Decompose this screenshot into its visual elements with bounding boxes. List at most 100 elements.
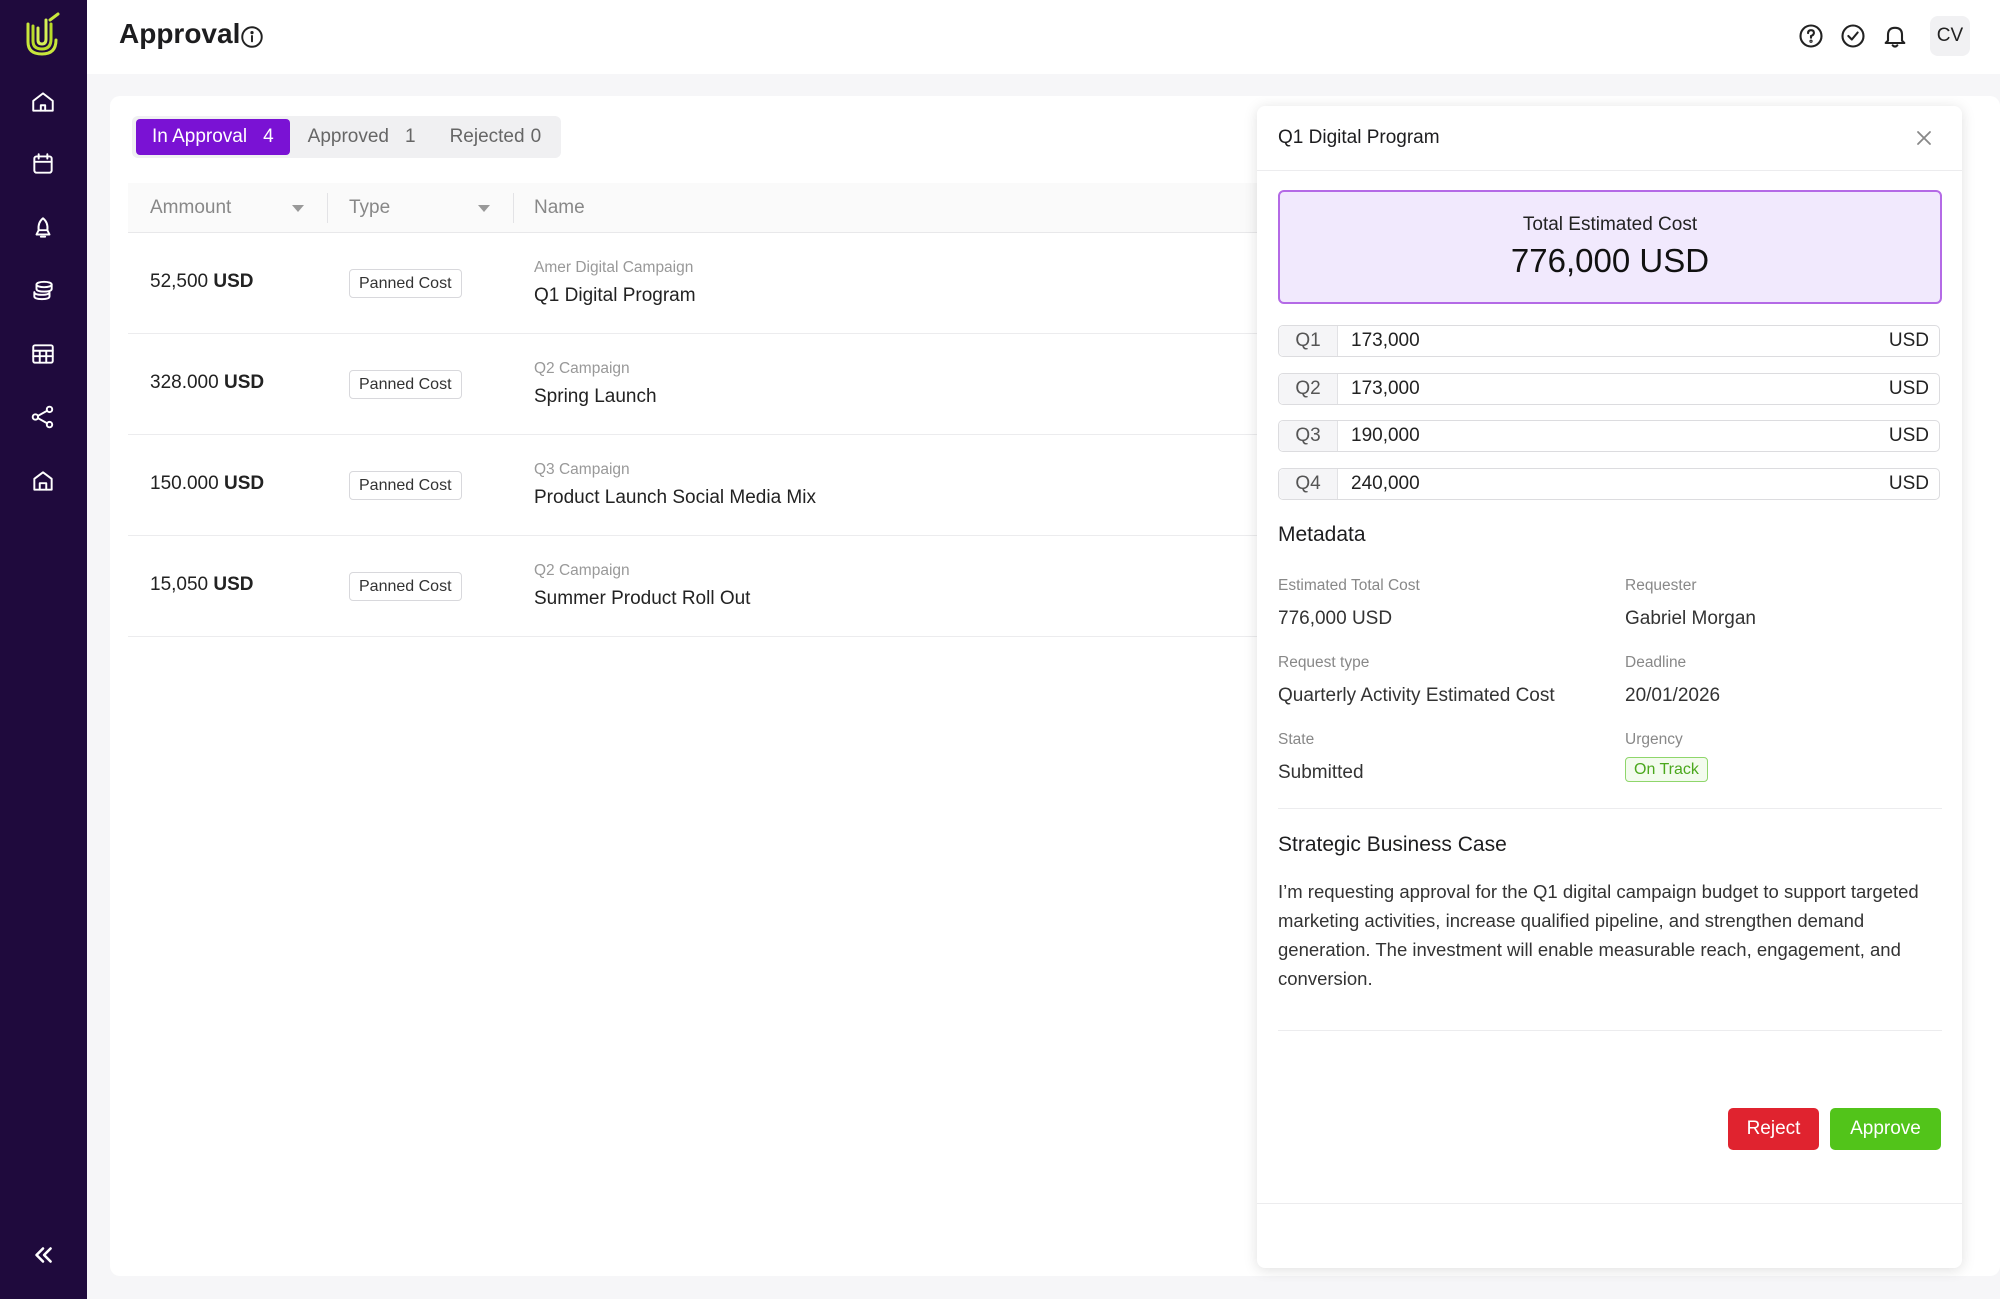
table-header: Ammount Type Name: [128, 183, 1268, 233]
column-header-amount[interactable]: Ammount: [150, 183, 231, 233]
amount-value: 15,050: [150, 574, 209, 595]
tab-label: In Approval: [152, 126, 248, 147]
quarter-value: 240,000: [1351, 473, 1420, 494]
quarter-unit: USD: [1888, 330, 1929, 351]
sort-caret-icon[interactable]: [292, 205, 304, 212]
quarter-value: 190,000: [1351, 425, 1420, 446]
amount-currency: USD: [213, 574, 254, 595]
tab-count: 0: [530, 126, 542, 147]
business-case-title: Strategic Business Case: [1278, 833, 1507, 856]
quarter-row-q1: Q1 173,000 USD: [1278, 325, 1940, 357]
quarter-label: Q3: [1279, 421, 1338, 451]
amount-value: 150.000: [150, 473, 219, 494]
tab-approved[interactable]: Approved 1: [292, 119, 432, 155]
metadata-title: Metadata: [1278, 523, 1366, 546]
quarter-unit: USD: [1888, 425, 1929, 446]
home-icon[interactable]: [27, 86, 59, 118]
column-divider: [513, 193, 514, 223]
program-name[interactable]: Q1 Digital Program: [534, 285, 696, 307]
quarter-value: 173,000: [1351, 378, 1420, 399]
avatar[interactable]: CV: [1930, 16, 1970, 56]
check-circle-icon[interactable]: [1839, 22, 1867, 50]
quarter-label: Q2: [1279, 374, 1338, 404]
column-header-name[interactable]: Name: [534, 183, 585, 233]
close-icon[interactable]: [1912, 126, 1936, 150]
amount-value: 52,500: [150, 271, 209, 292]
requester-label: Requester: [1625, 577, 1697, 594]
panel-title: Q1 Digital Program: [1278, 127, 1440, 148]
house-icon[interactable]: [27, 465, 59, 497]
quarter-unit: USD: [1888, 473, 1929, 494]
campaign-label: Amer Digital Campaign: [534, 259, 694, 276]
amount-cell: 328.000 USD: [150, 372, 264, 394]
brand-logo[interactable]: [22, 12, 64, 58]
divider: [1278, 808, 1942, 809]
program-name[interactable]: Spring Launch: [534, 386, 657, 408]
divider: [1257, 170, 1962, 171]
quarter-value: 173,000: [1351, 330, 1420, 351]
amount-value: 328.000: [150, 372, 219, 393]
state-label: State: [1278, 731, 1315, 748]
reject-button[interactable]: Reject: [1728, 1108, 1819, 1150]
type-badge: Panned Cost: [349, 370, 462, 399]
table-row[interactable]: 150.000 USD Panned Cost Q3 Campaign Prod…: [128, 435, 1268, 536]
amount-currency: USD: [213, 271, 254, 292]
table-row[interactable]: 328.000 USD Panned Cost Q2 Campaign Spri…: [128, 334, 1268, 435]
campaign-label: Q2 Campaign: [534, 562, 630, 579]
total-cost-label: Total Estimated Cost: [1522, 214, 1698, 235]
request-type-label: Request type: [1278, 654, 1370, 671]
table-row[interactable]: 52,500 USD Panned Cost Amer Digital Camp…: [128, 233, 1268, 334]
estimated-total-cost-value: 776,000 USD: [1278, 608, 1393, 629]
quarter-label: Q4: [1279, 469, 1338, 499]
campaign-label: Q2 Campaign: [534, 360, 630, 377]
divider: [1278, 1030, 1942, 1031]
table-row[interactable]: 15,050 USD Panned Cost Q2 Campaign Summe…: [128, 536, 1268, 637]
type-badge: Panned Cost: [349, 269, 462, 298]
footer-divider: [1257, 1203, 1962, 1204]
request-type-value: Quarterly Activity Estimated Cost: [1278, 685, 1555, 706]
amount-currency: USD: [223, 473, 265, 494]
business-case-text: I’m requesting approval for the Q1 digit…: [1278, 881, 1919, 989]
quarter-label: Q1: [1279, 326, 1338, 356]
help-circle-icon[interactable]: [1797, 22, 1825, 50]
urgency-status-badge: On Track: [1625, 757, 1708, 782]
share-nodes-icon[interactable]: [27, 401, 59, 433]
tab-rejected[interactable]: Rejected 0: [434, 119, 558, 155]
tab-count: 1: [405, 126, 416, 147]
detail-panel: Q1 Digital Program Total Estimated Cost …: [1257, 106, 1962, 1268]
rocket-icon[interactable]: [27, 212, 59, 244]
tab-label: Rejected: [449, 126, 525, 147]
amount-cell: 150.000 USD: [150, 473, 264, 495]
approve-button[interactable]: Approve: [1830, 1108, 1941, 1150]
page-title: Approval: [119, 18, 241, 49]
type-badge: Panned Cost: [349, 471, 462, 500]
coins-icon[interactable]: [27, 275, 59, 307]
calendar-icon[interactable]: [27, 148, 59, 180]
filter-caret-icon[interactable]: [478, 205, 490, 212]
table-icon[interactable]: [27, 338, 59, 370]
state-value: Submitted: [1278, 762, 1364, 783]
quarter-row-q4: Q4 240,000 USD: [1278, 468, 1940, 500]
campaign-label: Q3 Campaign: [534, 461, 630, 478]
tab-in-approval[interactable]: In Approval 4: [136, 119, 290, 155]
double-chevron-left-icon[interactable]: [27, 1239, 59, 1271]
quarter-row-q3: Q3 190,000 USD: [1278, 420, 1940, 452]
tab-label: Approved: [307, 126, 389, 147]
program-name[interactable]: Product Launch Social Media Mix: [534, 487, 816, 509]
info-icon[interactable]: [239, 24, 265, 50]
amount-currency: USD: [223, 372, 265, 393]
estimated-total-cost-label: Estimated Total Cost: [1278, 577, 1420, 594]
total-cost-card: Total Estimated Cost 776,000 USD: [1278, 190, 1942, 304]
column-header-type[interactable]: Type: [349, 183, 390, 233]
program-name[interactable]: Summer Product Roll Out: [534, 588, 750, 610]
bell-icon[interactable]: [1881, 22, 1909, 50]
status-tabs: In Approval 4 Approved 1 Rejected 0: [132, 116, 562, 158]
urgency-label: Urgency: [1625, 731, 1683, 748]
tab-count: 4: [263, 126, 274, 147]
top-header: Approval CV: [87, 0, 2000, 74]
requester-value: Gabriel Morgan: [1625, 608, 1756, 629]
total-cost-value: 776,000 USD: [1510, 242, 1710, 279]
quarter-row-q2: Q2 173,000 USD: [1278, 373, 1940, 405]
deadline-value: 20/01/2026: [1625, 685, 1721, 706]
deadline-label: Deadline: [1625, 654, 1687, 671]
